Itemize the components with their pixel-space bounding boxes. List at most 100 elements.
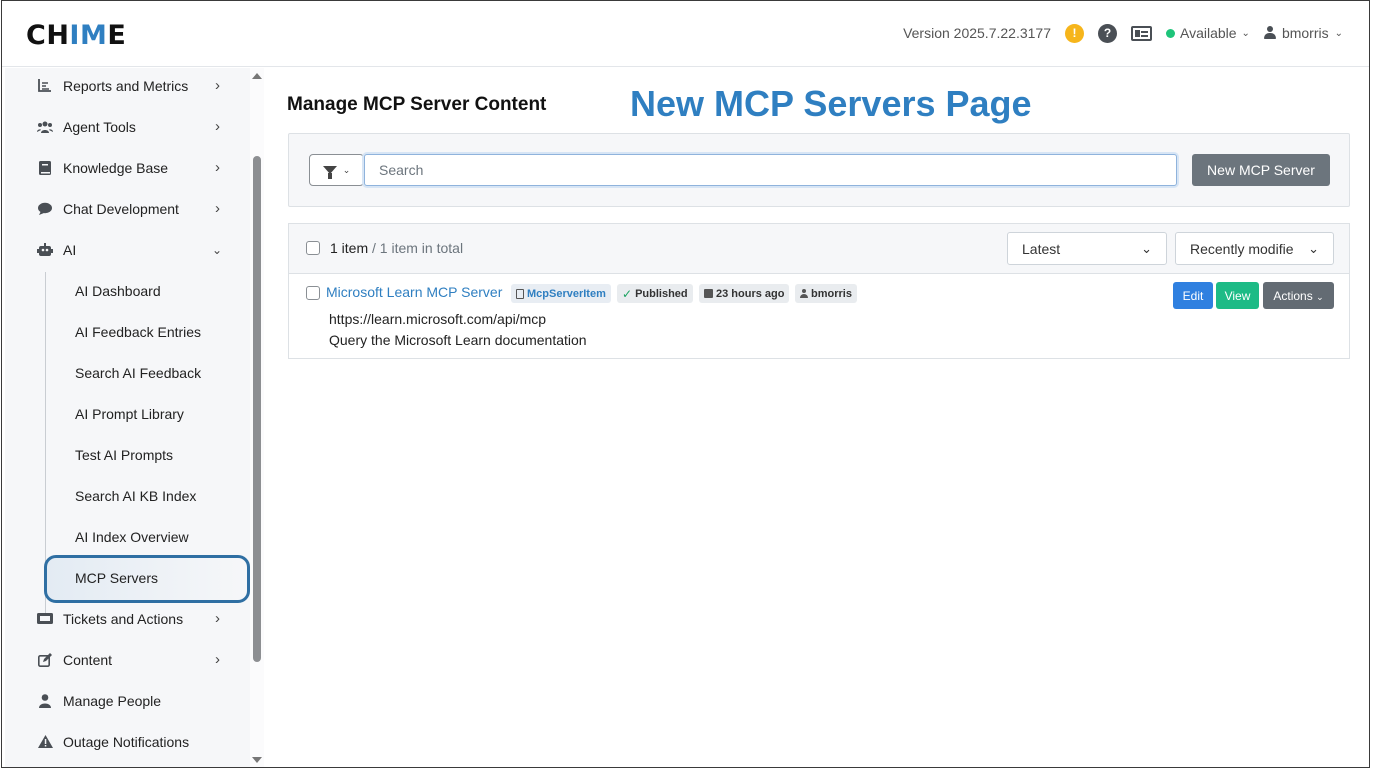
chevron-down-icon: ⌄ [1308, 241, 1319, 256]
chevron-right-icon: › [215, 610, 220, 627]
sidebar-item-knowledge-base[interactable]: Knowledge Base › [5, 147, 249, 188]
user-icon [1263, 26, 1276, 40]
chevron-down-icon: ⌄ [1241, 27, 1250, 39]
sidebar-item-manage-people[interactable]: Manage People [5, 680, 249, 721]
sidebar-item-label: Agent Tools [63, 118, 136, 135]
sidebar-subitem-search-ai-feedback[interactable]: Search AI Feedback [5, 352, 249, 393]
sidebar-item-label: Knowledge Base [63, 159, 169, 176]
sort-field-value: Recently modifie [1190, 240, 1294, 257]
user-icon [800, 289, 808, 298]
id-card-icon[interactable] [1130, 25, 1152, 41]
sidebar-subitem-ai-dashboard[interactable]: AI Dashboard [5, 270, 249, 311]
chevron-right-icon: › [215, 159, 220, 176]
view-button[interactable]: View [1216, 282, 1259, 309]
edit-button[interactable]: Edit [1173, 282, 1213, 309]
chevron-right-icon: › [215, 77, 220, 94]
sidebar-subitem-test-ai-prompts[interactable]: Test AI Prompts [5, 434, 249, 475]
chat-icon [37, 201, 53, 217]
sidebar-subitem-label: Search AI Feedback [75, 364, 202, 381]
sidebar-subitem-label: Test AI Prompts [75, 446, 174, 463]
sidebar-subitem-ai-index-overview[interactable]: AI Index Overview [5, 516, 249, 557]
username-label: bmorris [1281, 25, 1329, 41]
sidebar-item-label: Manage People [63, 692, 162, 709]
logo-text-accent: IM [69, 20, 108, 51]
users-icon [37, 119, 53, 135]
chevron-down-icon: ⌄ [342, 164, 351, 175]
check-icon: ✓ [622, 286, 633, 301]
scroll-down-arrow-icon[interactable] [252, 757, 262, 763]
author-badge-label: bmorris [811, 287, 852, 300]
sidebar-item-label: AI [63, 241, 77, 258]
filter-button[interactable]: ⌄ [309, 154, 364, 186]
logo-text-end: E [107, 20, 127, 51]
author-badge: bmorris [795, 284, 857, 303]
item-count: 1 item / 1 item in total [330, 240, 463, 256]
chevron-right-icon: › [215, 651, 220, 668]
sidebar-subitem-ai-feedback-entries[interactable]: AI Feedback Entries [5, 311, 249, 352]
search-input[interactable] [364, 154, 1177, 186]
top-navbar: CHIME Version 2025.7.22.3177 ! ? Availab… [2, 1, 1369, 67]
sidebar-item-agent-tools[interactable]: Agent Tools › [5, 106, 249, 147]
status-dot-icon [1165, 28, 1175, 38]
page-annotation: New MCP Servers Page [630, 83, 1032, 124]
item-count-total: / 1 item in total [372, 240, 464, 256]
sidebar-item-reports[interactable]: Reports and Metrics › [5, 65, 249, 106]
status-dropdown[interactable]: Available ⌄ [1165, 25, 1250, 41]
logo-text-start: CH [26, 20, 70, 51]
row-checkbox[interactable] [306, 286, 320, 300]
sidebar-item-label: Tickets and Actions [63, 610, 184, 627]
filter-icon [322, 166, 337, 179]
sidebar-subitem-label: AI Feedback Entries [75, 323, 202, 340]
sidebar-item-chat-development[interactable]: Chat Development › [5, 188, 249, 229]
scroll-up-arrow-icon[interactable] [252, 73, 262, 79]
help-icon[interactable]: ? [1097, 23, 1117, 43]
sort-order-value: Latest [1022, 240, 1061, 257]
user-menu[interactable]: bmorris ⌄ [1263, 25, 1343, 41]
page-title: Manage MCP Server Content [287, 94, 547, 115]
sidebar-item-content[interactable]: Content › [5, 639, 249, 680]
status-label: Available [1179, 25, 1237, 41]
sort-order-select[interactable]: Latest ⌄ [1007, 232, 1167, 265]
sidebar-item-tickets-and-actions[interactable]: Tickets and Actions › [5, 598, 249, 639]
sidebar-subitem-label: AI Index Overview [75, 528, 189, 545]
robot-icon [37, 242, 53, 258]
chime-logo[interactable]: CHIME [26, 20, 126, 51]
new-mcp-server-button[interactable]: New MCP Server [1192, 154, 1330, 186]
sidebar-subitem-ai-prompt-library[interactable]: AI Prompt Library [5, 393, 249, 434]
chart-icon [37, 78, 53, 94]
sidebar-item-outage-notifications[interactable]: Outage Notifications [5, 721, 249, 762]
item-title-link[interactable]: Microsoft Learn MCP Server [326, 284, 502, 300]
chevron-right-icon: › [215, 118, 220, 135]
sidebar-subitem-label: MCP Servers [75, 569, 158, 586]
chevron-down-icon: ⌄ [1334, 27, 1343, 39]
chevron-down-icon: ⌄ [212, 242, 223, 257]
sidebar-subitem-mcp-servers[interactable]: MCP Servers [5, 557, 249, 598]
sort-field-select[interactable]: Recently modifie ⌄ [1175, 232, 1334, 265]
item-count-bold: 1 item [330, 240, 369, 256]
sidebar-item-label: Outage Notifications [63, 733, 190, 750]
header-right: Version 2025.7.22.3177 ! ? Available ⌄ b… [903, 21, 1343, 45]
sidebar-subitem-label: AI Prompt Library [75, 405, 184, 422]
sidebar-scroll-thumb[interactable] [253, 156, 261, 662]
sidebar-item-ai[interactable]: AI ⌄ [5, 229, 249, 270]
sidebar-subitem-label: AI Dashboard [75, 282, 161, 299]
alert-icon[interactable]: ! [1064, 23, 1084, 43]
document-icon [516, 288, 524, 299]
ticket-icon [37, 611, 53, 627]
book-icon [37, 160, 53, 176]
results-panel: 1 item / 1 item in total Latest ⌄ Recent… [288, 223, 1350, 359]
results-header: 1 item / 1 item in total Latest ⌄ Recent… [289, 224, 1349, 274]
type-badge-label: McpServerItem [527, 287, 606, 300]
select-all-checkbox[interactable] [306, 241, 320, 255]
actions-label: Actions [1273, 288, 1313, 303]
sidebar-subitem-search-ai-kb-index[interactable]: Search AI KB Index [5, 475, 249, 516]
search-panel: ⌄ New MCP Server [288, 133, 1350, 207]
calendar-icon [704, 289, 713, 298]
actions-dropdown-button[interactable]: Actions ⌄ [1263, 282, 1334, 309]
sidebar: Reports and Metrics › Agent Tools › Know… [5, 65, 264, 767]
sidebar-item-label: Chat Development [63, 200, 179, 217]
item-description: Query the Microsoft Learn documentation [329, 332, 587, 348]
app-window: CHIME Version 2025.7.22.3177 ! ? Availab… [1, 0, 1370, 768]
chevron-down-icon: ⌄ [1316, 291, 1324, 302]
status-badge: ✓ Published [617, 284, 693, 303]
